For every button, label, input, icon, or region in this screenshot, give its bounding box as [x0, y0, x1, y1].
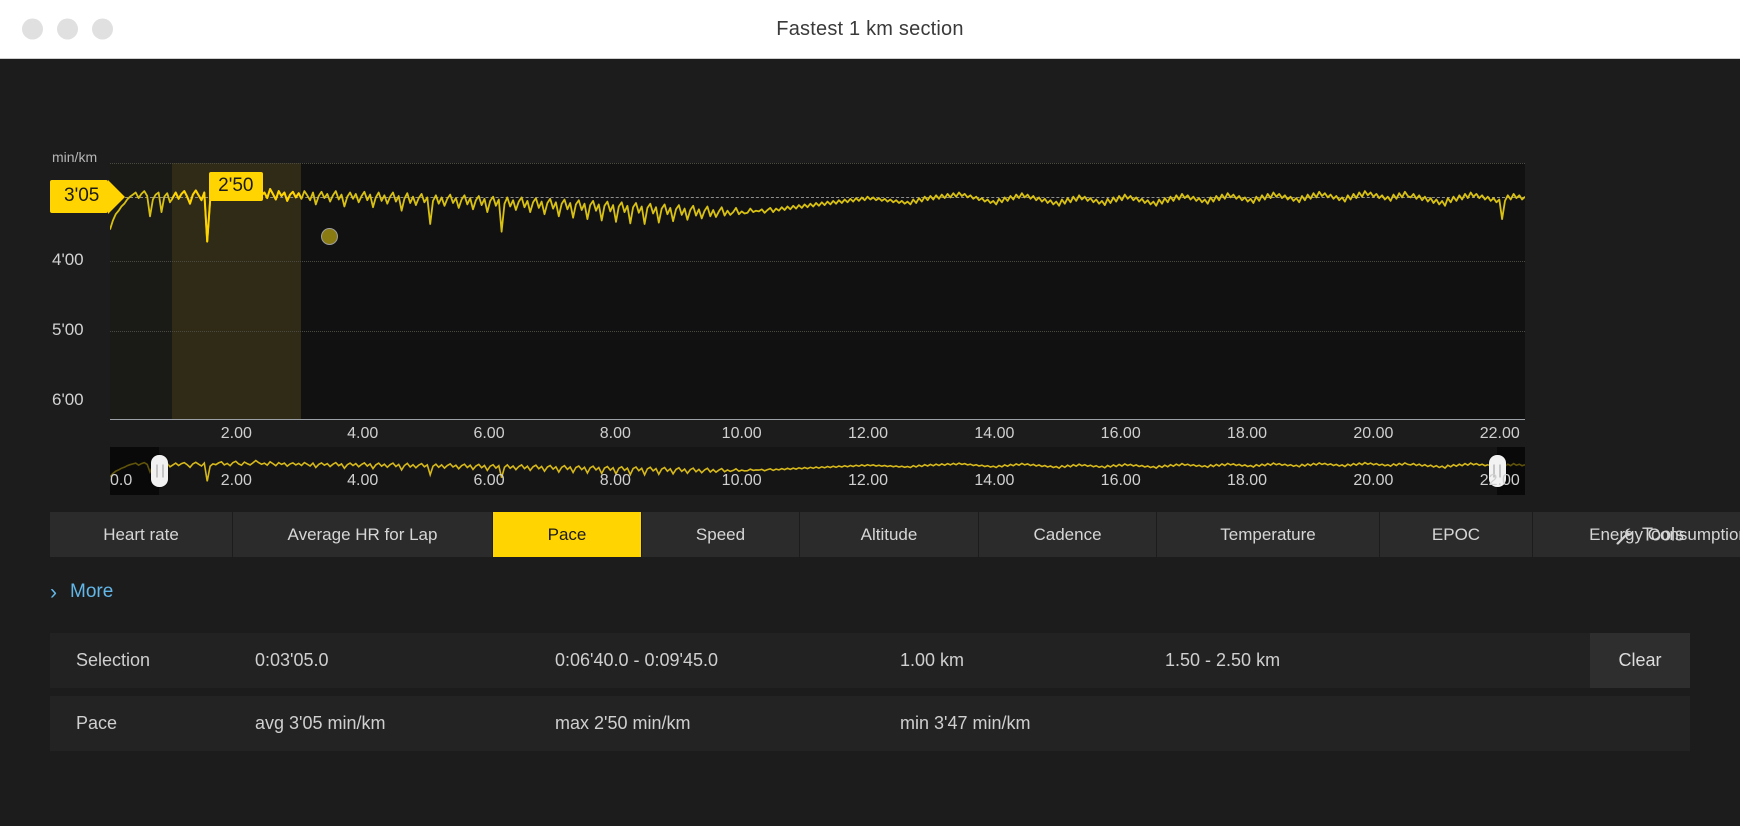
chevron-right-icon: › — [50, 580, 57, 604]
stats-table: Selection 0:03'05.0 0:06'40.0 - 0:09'45.… — [50, 633, 1690, 751]
tab-label: Temperature — [1220, 524, 1316, 544]
y-axis-tick-600: 6'00 — [52, 390, 84, 410]
pace-row: Pace avg 3'05 min/km max 2'50 min/km min… — [50, 696, 1690, 751]
selection-distance: 1.00 km — [900, 650, 965, 670]
x-axis-tick-12.00: 12.00 — [848, 425, 889, 442]
navigator-tick-18.00: 18.00 — [1227, 472, 1268, 489]
tab-label: Average HR for Lap — [287, 524, 438, 544]
navigator-tick-2.00: 2.00 — [220, 472, 252, 489]
x-axis-tick-4.00: 4.00 — [347, 425, 379, 442]
selection-duration: 0:03'05.0 — [255, 650, 329, 670]
tab-epoc[interactable]: EPOC — [1380, 512, 1533, 557]
tab-average-hr-for-lap[interactable]: Average HR for Lap — [233, 512, 493, 557]
tab-label: Pace — [547, 524, 587, 544]
chart-marker-dot[interactable] — [320, 227, 338, 245]
selection-time-range: 0:06'40.0 - 0:09'45.0 — [555, 650, 719, 670]
x-axis-tick-2.00: 2.00 — [220, 425, 252, 442]
navigator-tick-6.00: 6.00 — [473, 472, 505, 489]
y-axis-unit-label: min/km — [52, 149, 98, 165]
title-bar: Fastest 1 km section — [0, 0, 1740, 59]
tab-label: Heart rate — [103, 524, 179, 544]
tab-label: EPOC — [1431, 524, 1481, 544]
tools-label: Tools — [1641, 524, 1684, 544]
selection-distance-range: 1.50 - 2.50 km — [1165, 650, 1281, 670]
selection-label: Selection — [76, 650, 151, 670]
tab-temperature[interactable]: Temperature — [1157, 512, 1380, 557]
y-axis-tick-500: 5'00 — [52, 320, 84, 340]
more-label: More — [70, 581, 114, 602]
navigator-tick-22.00: 22.00 — [1479, 472, 1520, 489]
tab-heart-rate[interactable]: Heart rate — [50, 512, 233, 557]
x-axis-tick-10.00: 10.00 — [721, 425, 762, 442]
app-window: Fastest 1 km section min/km 4'00 5'00 6'00… — [0, 0, 1740, 826]
x-axis-tick-16.00: 16.00 — [1100, 425, 1141, 442]
navigator-tick-20.00: 20.00 — [1353, 472, 1394, 489]
close-button[interactable] — [22, 18, 43, 40]
clear-selection-button[interactable]: Clear — [1590, 633, 1690, 688]
maximize-button[interactable] — [92, 18, 113, 40]
tab-cadence[interactable]: Cadence — [979, 512, 1157, 557]
pace-min: min 3'47 min/km — [900, 713, 1031, 733]
tab-pace[interactable]: Pace — [493, 512, 642, 557]
x-axis-tick-6.00: 6.00 — [473, 425, 505, 442]
x-axis-tick-14.00: 14.00 — [974, 425, 1015, 442]
pace-avg: avg 3'05 min/km — [255, 713, 386, 733]
navigator-tick-0.0: 0.0 — [110, 472, 133, 489]
pace-label: Pace — [76, 713, 118, 733]
navigator-tick-4.00: 4.00 — [347, 472, 379, 489]
y-axis-tick-400: 4'00 — [52, 250, 84, 270]
x-axis-line — [110, 419, 1525, 420]
navigator-tick-8.00: 8.00 — [599, 472, 631, 489]
average-pace-badge: 3'05 — [50, 179, 126, 214]
tools-button[interactable]: Tools — [1614, 524, 1684, 545]
selection-row: Selection 0:03'05.0 0:06'40.0 - 0:09'45.… — [50, 633, 1690, 688]
tab-label: Speed — [695, 524, 746, 544]
pace-max: max 2'50 min/km — [555, 713, 691, 733]
pace-series-line — [110, 184, 1525, 243]
max-pace-badge: 2'50 — [209, 172, 263, 201]
x-axis-tick-8.00: 8.00 — [599, 425, 631, 442]
pace-chart-plot[interactable] — [110, 163, 1525, 419]
tab-speed[interactable]: Speed — [642, 512, 800, 557]
x-axis-tick-20.00: 20.00 — [1353, 425, 1394, 442]
chart-panel: min/km 4'00 5'00 6'00 3'05 2'50 2.00 4.00 6.… — [0, 59, 1740, 495]
navigator-tick-10.00: 10.00 — [721, 472, 762, 489]
chart-navigator[interactable]: 0.0 2.00 4.00 6.00 8.00 10.00 12.00 14.00 16.00 1… — [110, 447, 1525, 495]
x-axis-tick-22.00: 22.00 — [1479, 425, 1520, 442]
metric-tabs: Heart rate Average HR for Lap Pace Speed Alt… — [50, 512, 1740, 557]
navigator-tick-16.00: 16.00 — [1100, 472, 1141, 489]
minimize-button[interactable] — [57, 18, 78, 40]
x-axis-tick-18.00: 18.00 — [1227, 425, 1268, 442]
navigator-tick-14.00: 14.00 — [974, 472, 1015, 489]
more-toggle[interactable]: › More — [50, 581, 250, 603]
tab-label: Altitude — [860, 524, 918, 544]
wrench-icon — [1616, 528, 1633, 544]
navigator-handle-left[interactable] — [151, 455, 169, 487]
window-controls — [22, 18, 113, 40]
navigator-tick-12.00: 12.00 — [848, 472, 889, 489]
window-title: Fastest 1 km section — [776, 17, 964, 40]
tab-altitude[interactable]: Altitude — [800, 512, 979, 557]
navigator-minimap — [110, 459, 1525, 482]
metric-tabs-row: Heart rate Average HR for Lap Pace Speed Alt… — [50, 512, 1740, 557]
tab-label: Cadence — [1033, 524, 1102, 544]
